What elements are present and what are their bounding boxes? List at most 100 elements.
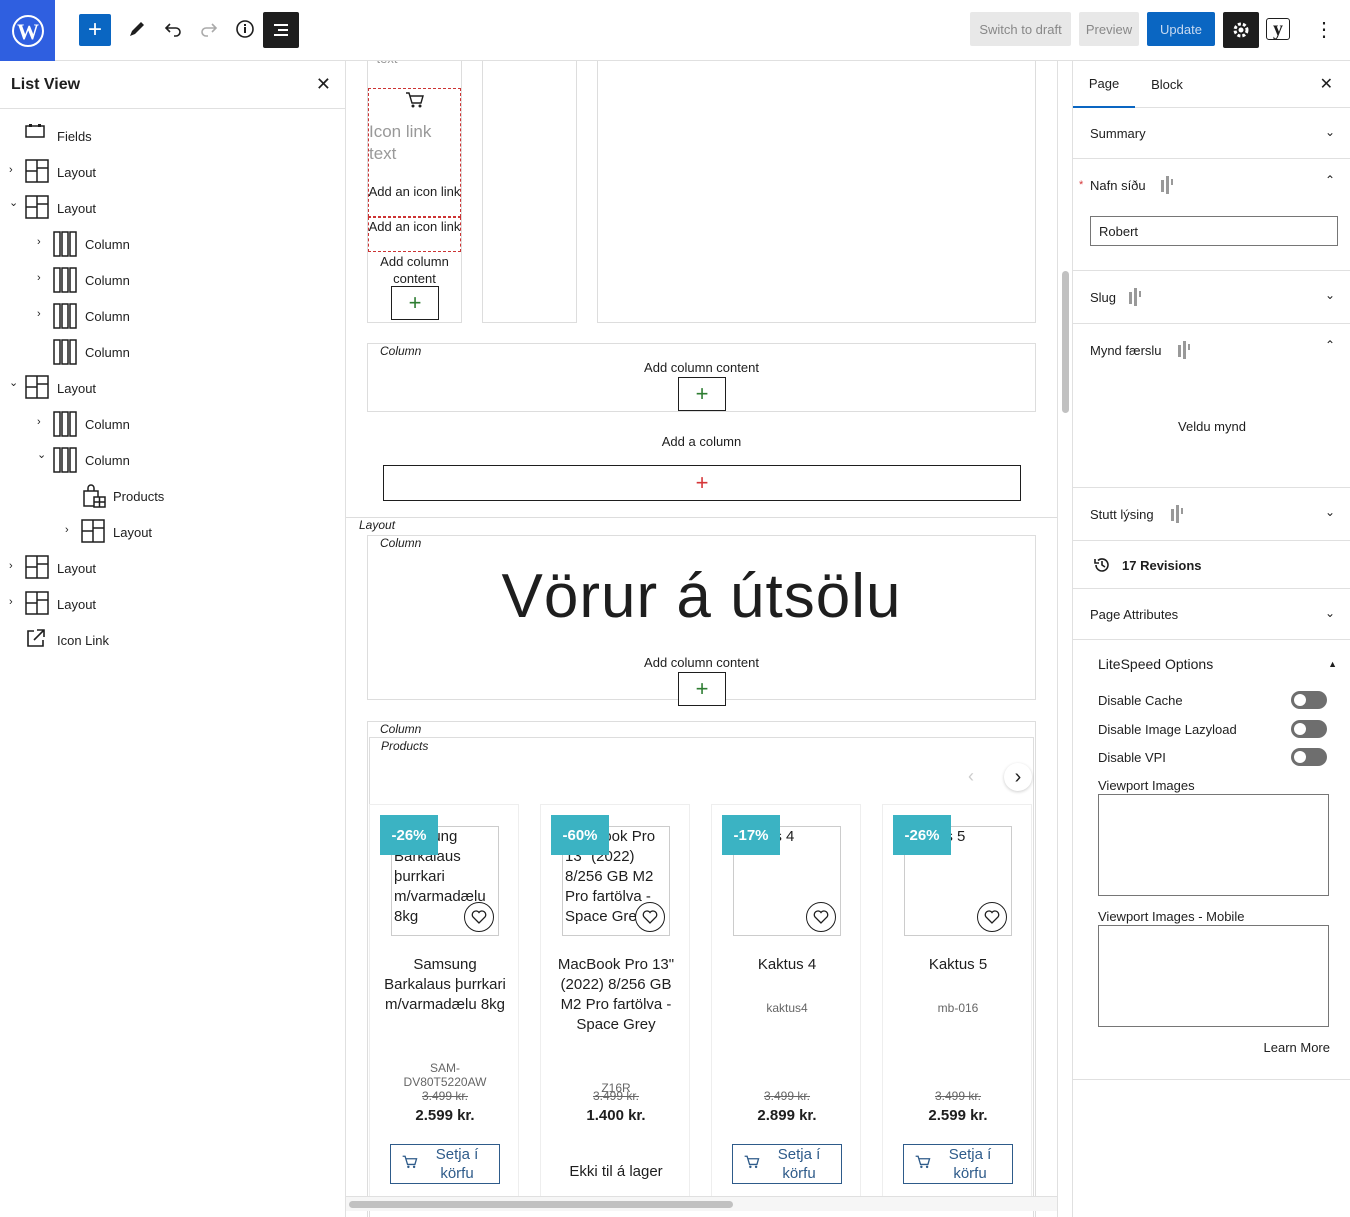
close-icon[interactable]: ✕: [316, 74, 331, 95]
list-view-item[interactable]: Column: [0, 334, 345, 370]
chevron-down-icon[interactable]: ⌄: [1325, 606, 1335, 620]
list-view-toggle-icon[interactable]: [263, 12, 299, 48]
list-view-item[interactable]: › Column: [0, 298, 345, 334]
disable-cache-toggle[interactable]: [1291, 691, 1327, 709]
stutt-panel[interactable]: Stutt lýsing ⌄: [1073, 488, 1350, 541]
original-price: 3.499 kr.: [934, 1089, 982, 1103]
options-menu-icon[interactable]: ⋮: [1314, 12, 1334, 46]
chevron-right-icon[interactable]: ›: [9, 560, 19, 572]
info-icon[interactable]: [233, 12, 257, 46]
vertical-scrollbar[interactable]: [1057, 61, 1072, 1217]
add-to-cart-button[interactable]: Setja í körfu: [903, 1144, 1013, 1184]
add-to-cart-button[interactable]: Setja í körfu: [390, 1144, 500, 1184]
list-view-item[interactable]: › Layout: [0, 586, 345, 622]
chevron-down-icon[interactable]: ⌄: [1325, 505, 1335, 519]
revisions-panel[interactable]: 17 Revisions: [1073, 541, 1350, 589]
wishlist-heart-icon[interactable]: [977, 902, 1007, 932]
chevron-down-icon[interactable]: ⌄: [9, 376, 19, 389]
list-view-item[interactable]: › Column: [0, 262, 345, 298]
chevron-right-icon[interactable]: ›: [37, 272, 47, 284]
chevron-down-icon[interactable]: ⌄: [1325, 288, 1335, 302]
switch-to-draft-button[interactable]: Switch to draft: [970, 12, 1071, 46]
chevron-right-icon[interactable]: ›: [37, 236, 47, 248]
preview-button[interactable]: Preview: [1079, 12, 1139, 46]
product-name[interactable]: Kaktus 5: [883, 955, 1033, 975]
pencil-tools-icon[interactable]: [125, 12, 149, 46]
chevron-right-icon[interactable]: ›: [37, 416, 47, 428]
list-view-item[interactable]: › Layout: [0, 514, 345, 550]
list-view-item[interactable]: Products: [0, 478, 345, 514]
wishlist-heart-icon[interactable]: [806, 902, 836, 932]
chevron-down-icon[interactable]: ⌄: [1325, 125, 1335, 139]
chevron-right-icon[interactable]: ›: [65, 524, 75, 536]
settings-gear-icon[interactable]: [1223, 12, 1259, 48]
scroll-thumb[interactable]: [1062, 271, 1069, 413]
viewport-images-textarea[interactable]: [1098, 794, 1329, 896]
chevron-up-icon[interactable]: ⌃: [1325, 173, 1335, 187]
add-icon-link[interactable]: Add an icon link: [368, 183, 461, 200]
chevron-down-icon[interactable]: ⌄: [37, 448, 47, 461]
add-block-plus-button[interactable]: +: [391, 286, 439, 320]
icon-link-text[interactable]: Icon link text: [369, 121, 459, 165]
product-name[interactable]: Kaktus 4: [712, 955, 862, 975]
disable-vpi-toggle[interactable]: [1291, 748, 1327, 766]
chevron-right-icon[interactable]: ›: [37, 308, 47, 320]
tab-block[interactable]: Block: [1135, 61, 1199, 108]
product-name[interactable]: Samsung Barkalaus þurrkari m/varmadælu 8…: [370, 955, 520, 1015]
list-view-item[interactable]: › Column: [0, 226, 345, 262]
list-view-item[interactable]: ⌄ Layout: [0, 370, 345, 406]
out-of-stock-label: Ekki til á lager: [569, 1163, 663, 1180]
close-icon[interactable]: ✕: [1320, 74, 1333, 94]
slug-panel[interactable]: Slug ⌄: [1073, 271, 1350, 324]
page-heading[interactable]: Vörur á útsölu: [367, 561, 1036, 632]
add-column-button[interactable]: +: [383, 465, 1021, 501]
viewport-mobile-textarea[interactable]: [1098, 925, 1329, 1027]
horizontal-scrollbar[interactable]: [346, 1196, 1057, 1211]
list-view-item[interactable]: Fields: [0, 118, 345, 154]
product-name[interactable]: MacBook Pro 13" (2022) 8/256 GB M2 Pro f…: [541, 955, 691, 1035]
chevron-right-icon[interactable]: ›: [9, 164, 19, 176]
wishlist-heart-icon[interactable]: [464, 902, 494, 932]
update-button[interactable]: Update: [1147, 12, 1215, 46]
list-view-item[interactable]: ⌄ Layout: [0, 190, 345, 226]
redo-icon[interactable]: [197, 12, 221, 46]
settings-sidebar: Page Block ✕ Summary ⌄ * Nafn síðu ⌃ Rob…: [1072, 61, 1350, 1217]
scroll-thumb[interactable]: [349, 1201, 733, 1208]
disable-lazy-toggle[interactable]: [1291, 720, 1327, 738]
list-view-item[interactable]: › Layout: [0, 154, 345, 190]
add-block-plus-button[interactable]: +: [678, 672, 726, 706]
yoast-icon[interactable]: y: [1266, 18, 1290, 40]
chevron-right-icon[interactable]: ›: [9, 596, 19, 608]
attributes-panel[interactable]: Page Attributes ⌄: [1073, 589, 1350, 640]
cart-icon: [743, 1153, 761, 1175]
product-card[interactable]: Kaktus 4-17%Kaktus 4kaktus43.499 kr.2.89…: [711, 804, 861, 1204]
list-view-item[interactable]: Icon Link: [0, 622, 345, 658]
list-view-item[interactable]: › Column: [0, 406, 345, 442]
list-view-item[interactable]: › Layout: [0, 550, 345, 586]
tab-page[interactable]: Page: [1073, 61, 1135, 108]
carousel-prev-icon[interactable]: ‹: [968, 766, 974, 787]
column-block[interactable]: [597, 61, 1036, 323]
product-card[interactable]: Kaktus 5-26%Kaktus 5mb-0163.499 kr.2.599…: [882, 804, 1032, 1204]
wordpress-logo-icon[interactable]: W: [0, 0, 55, 61]
list-view-item[interactable]: ⌄ Column: [0, 442, 345, 478]
chevron-down-icon[interactable]: ⌄: [9, 196, 19, 209]
add-icon-link[interactable]: Add an icon link: [368, 218, 461, 235]
revisions-link[interactable]: 17 Revisions: [1122, 558, 1202, 573]
add-block-button[interactable]: +: [79, 14, 111, 46]
add-block-plus-button[interactable]: +: [678, 377, 726, 411]
learn-more-link[interactable]: Learn More: [1264, 1040, 1330, 1055]
nafn-panel: * Nafn síðu ⌃ Robert: [1073, 159, 1350, 271]
collapse-arrow-icon[interactable]: ▲: [1328, 659, 1337, 669]
nafn-input[interactable]: Robert: [1090, 216, 1338, 246]
wishlist-heart-icon[interactable]: [635, 902, 665, 932]
chevron-up-icon[interactable]: ⌃: [1325, 338, 1335, 352]
undo-icon[interactable]: [161, 12, 185, 46]
veldu-mynd-button[interactable]: Veldu mynd: [1073, 419, 1350, 434]
summary-panel[interactable]: Summary ⌄: [1073, 108, 1350, 159]
column-block[interactable]: [482, 61, 577, 323]
carousel-next-icon[interactable]: ›: [1004, 763, 1032, 791]
product-card[interactable]: MacBook Pro 13" (2022) 8/256 GB M2 Pro f…: [540, 804, 690, 1204]
add-to-cart-button[interactable]: Setja í körfu: [732, 1144, 842, 1184]
product-card[interactable]: Samsung Barkalaus þurrkari m/varmadælu 8…: [369, 804, 519, 1204]
